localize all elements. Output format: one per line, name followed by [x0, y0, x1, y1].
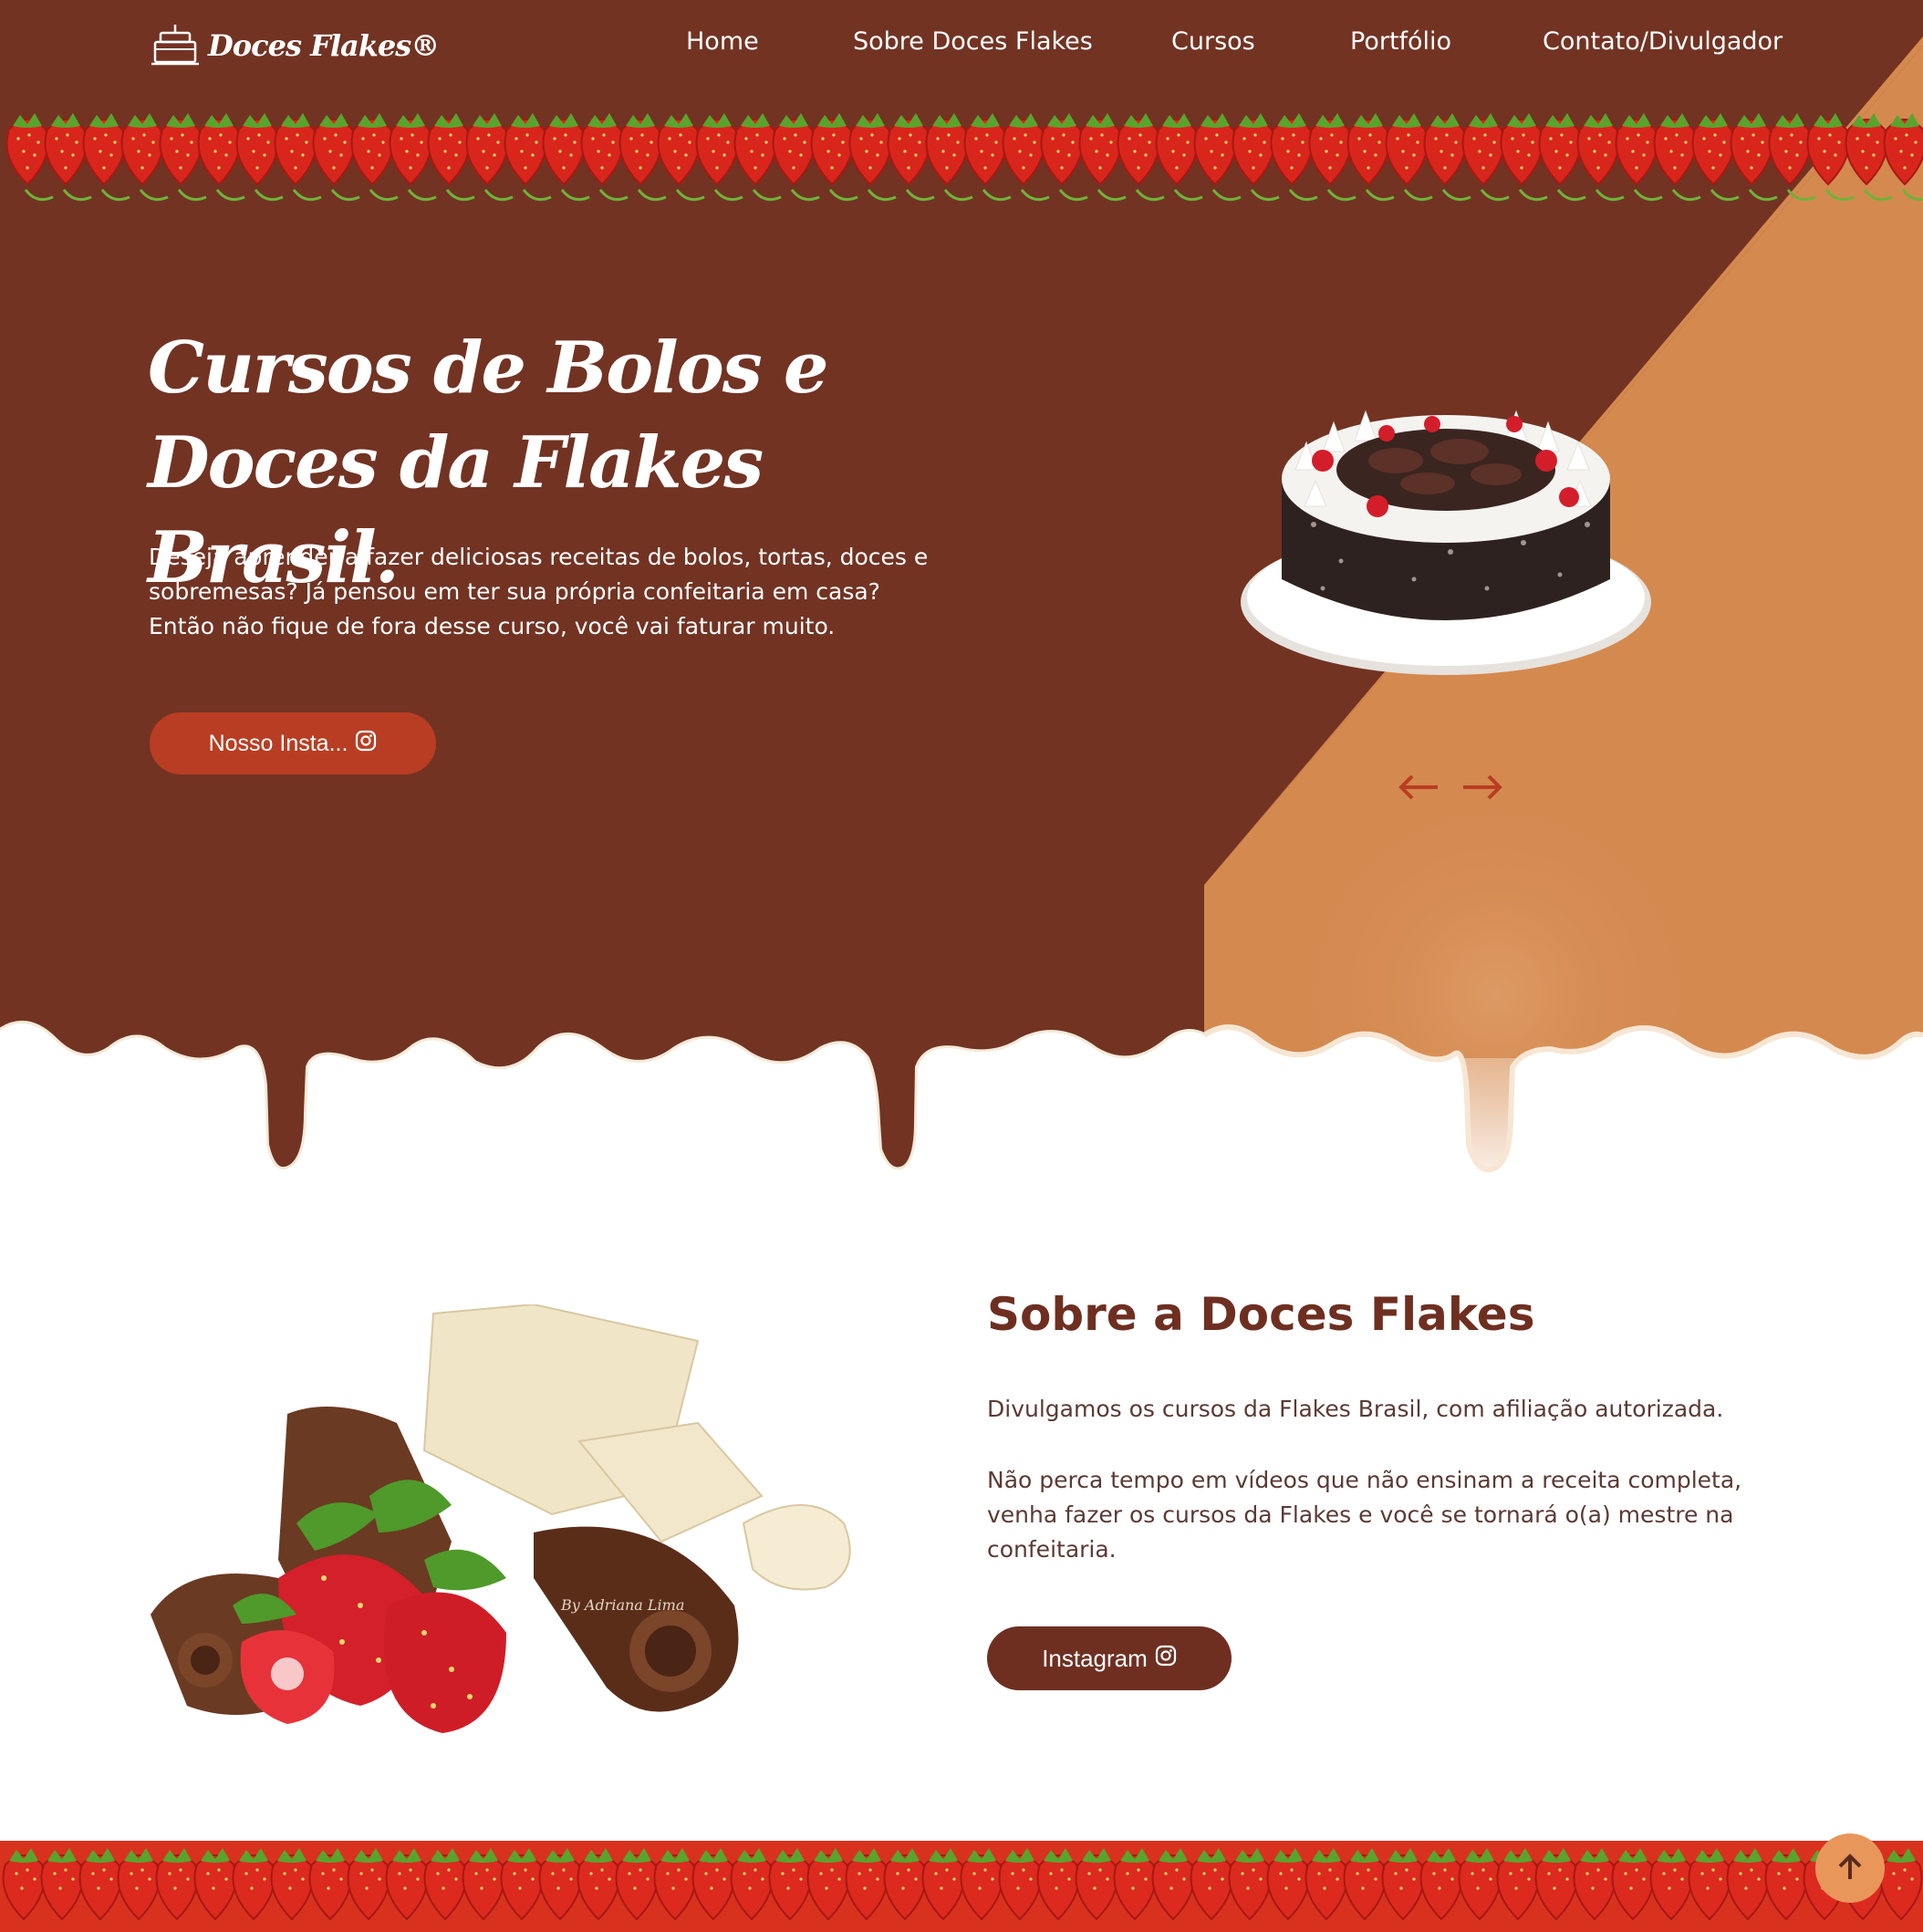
- arrow-right-icon[interactable]: [1460, 771, 1505, 804]
- arrow-up-icon: [1835, 1852, 1866, 1885]
- arrow-left-icon[interactable]: [1396, 771, 1441, 804]
- cake-image: [1241, 410, 1651, 675]
- nav-cursos[interactable]: Cursos: [1171, 27, 1255, 56]
- about-instagram-button[interactable]: Instagram: [987, 1626, 1232, 1690]
- strawberry-border-bottom: [0, 1841, 1923, 1932]
- cake-logo-icon: [150, 22, 201, 69]
- about-paragraph-1: Divulgamos os cursos da Flakes Brasil, c…: [987, 1396, 1724, 1422]
- brand-logo[interactable]: Doces Flakes®: [150, 20, 440, 71]
- chocolate-strawberry-image: By Adriana Lima: [151, 1304, 851, 1733]
- nav-contato[interactable]: Contato/Divulgador: [1543, 27, 1783, 56]
- scroll-to-top-button[interactable]: [1815, 1833, 1885, 1903]
- about-paragraph-2: Não perca tempo em vídeos que não ensina…: [987, 1467, 1742, 1563]
- nav-sobre[interactable]: Sobre Doces Flakes: [853, 27, 1093, 56]
- hero-instagram-button[interactable]: Nosso Insta...: [150, 712, 436, 774]
- about-button-label: Instagram: [1042, 1644, 1148, 1672]
- nav-portfolio[interactable]: Portfólio: [1350, 27, 1451, 56]
- hero-title-line1: Cursos de Bolos e: [148, 327, 829, 410]
- navbar: Doces Flakes® Home Sobre Doces Flakes Cu…: [0, 0, 1923, 91]
- image-watermark: By Adriana Lima: [560, 1596, 684, 1614]
- brand-name: Doces Flakes®: [208, 28, 440, 63]
- instagram-icon: [355, 730, 377, 758]
- nav-home[interactable]: Home: [686, 27, 759, 56]
- instagram-icon: [1155, 1645, 1177, 1673]
- hero-button-label: Nosso Insta...: [208, 730, 348, 756]
- hero-description: Deseja aprender a fazer deliciosas recei…: [149, 544, 929, 639]
- strawberry-border-top: [5, 111, 1923, 202]
- hero-section: Doces Flakes® Home Sobre Doces Flakes Cu…: [0, 0, 1923, 1186]
- about-title: Sobre a Doces Flakes: [987, 1288, 1535, 1341]
